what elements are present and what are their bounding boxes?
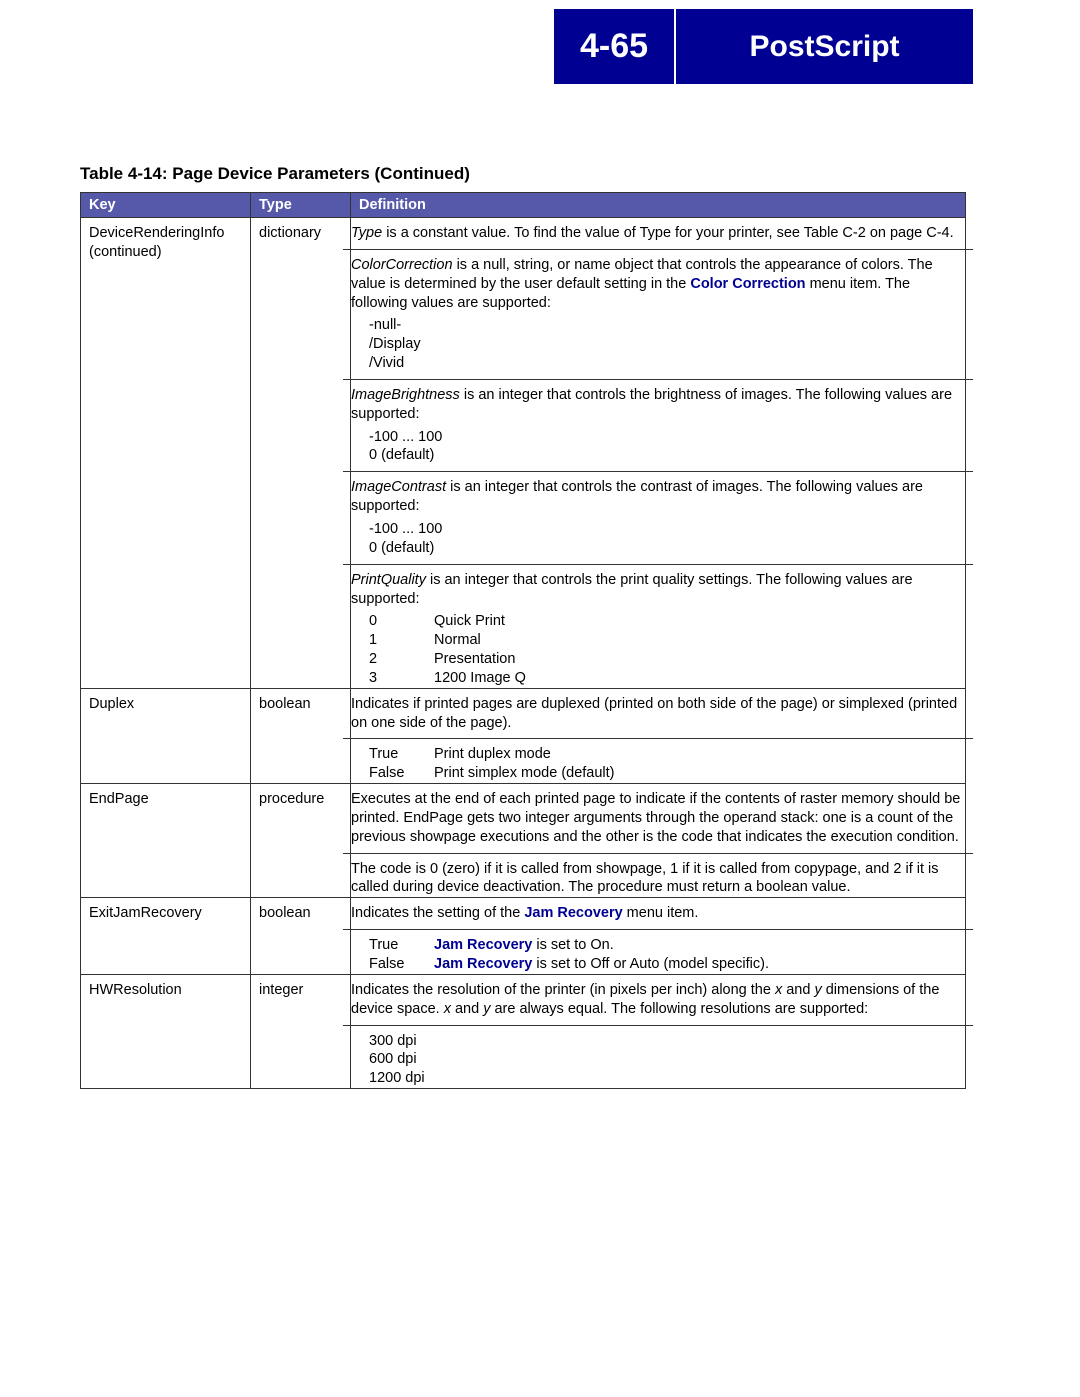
value-item: -null- (369, 316, 965, 335)
link-text[interactable]: Jam Recovery (524, 905, 622, 921)
value-list: -null- /Display /Vivid (369, 316, 965, 373)
def-text: and (782, 982, 814, 998)
italic-term: ColorCorrection (351, 257, 453, 273)
def-text: is an integer that controls the print qu… (351, 572, 913, 607)
col-header-key: Key (81, 193, 251, 218)
page-number: 4-65 (554, 9, 674, 84)
def-para: Type is a constant value. To find the va… (343, 218, 973, 250)
table-row: ExitJamRecovery boolean Indicates the se… (81, 898, 966, 975)
value-desc: Presentation (434, 650, 965, 669)
table-row: EndPage procedure Executes at the end of… (81, 784, 966, 898)
value-item: 0 (default) (369, 539, 965, 558)
value-item: 600 dpi (369, 1050, 965, 1069)
link-text[interactable]: Jam Recovery (434, 956, 532, 972)
value-desc: Jam Recovery is set to On. (434, 936, 965, 955)
cell-type: procedure (251, 784, 351, 898)
link-text[interactable]: Jam Recovery (434, 937, 532, 953)
def-text: menu item. (623, 905, 699, 921)
def-para: ImageBrightness is an integer that contr… (343, 380, 973, 472)
def-text: Indicates the setting of the (351, 905, 524, 921)
italic-term: PrintQuality (351, 572, 426, 588)
value-list: -100 ... 100 0 (default) (369, 428, 965, 466)
def-para: ImageContrast is an integer that control… (343, 472, 973, 564)
cell-type: dictionary (251, 218, 351, 689)
def-para: TrueJam Recovery is set to On. FalseJam … (343, 930, 973, 974)
cell-def: Indicates the resolution of the printer … (351, 974, 966, 1088)
cell-key: DeviceRenderingInfo (continued) (81, 218, 251, 689)
table-row: DeviceRenderingInfo (continued) dictiona… (81, 218, 966, 689)
def-para: Indicates the setting of the Jam Recover… (343, 898, 973, 930)
def-text: are always equal. The following resoluti… (490, 1001, 868, 1017)
italic-term: Type (351, 225, 382, 241)
cell-def: Type is a constant value. To find the va… (351, 218, 966, 689)
cell-type: integer (251, 974, 351, 1088)
def-text: and (451, 1001, 483, 1017)
value-item: 300 dpi (369, 1032, 965, 1051)
params-table: Key Type Definition DeviceRenderingInfo … (80, 192, 966, 1089)
cell-type: boolean (251, 688, 351, 783)
table-caption: Table 4-14: Page Device Parameters (Cont… (80, 164, 1000, 184)
cell-key: Duplex (81, 688, 251, 783)
value-key: 1 (369, 631, 434, 650)
italic-term: ImageBrightness (351, 387, 460, 403)
value-key: True (369, 936, 434, 955)
table-row: HWResolution integer Indicates the resol… (81, 974, 966, 1088)
italic-term: x (444, 1001, 451, 1017)
value-key: 3 (369, 669, 434, 688)
cell-def: Executes at the end of each printed page… (351, 784, 966, 898)
cell-key: HWResolution (81, 974, 251, 1088)
link-text[interactable]: Color Correction (690, 276, 805, 292)
cell-def: Indicates if printed pages are duplexed … (351, 688, 966, 783)
value-item: /Display (369, 335, 965, 354)
def-para: Indicates if printed pages are duplexed … (343, 689, 973, 740)
value-item: 0 (default) (369, 446, 965, 465)
def-para: ColorCorrection is a null, string, or na… (343, 250, 973, 380)
value-desc: 1200 Image Q (434, 669, 965, 688)
def-para: 300 dpi 600 dpi 1200 dpi (343, 1026, 973, 1089)
value-item: -100 ... 100 (369, 428, 965, 447)
value-item: 1200 dpi (369, 1069, 965, 1088)
value-desc: Print simplex mode (default) (434, 764, 965, 783)
value-item: -100 ... 100 (369, 520, 965, 539)
page-content: Table 4-14: Page Device Parameters (Cont… (80, 164, 1000, 1089)
table-row: Duplex boolean Indicates if printed page… (81, 688, 966, 783)
def-para: TruePrint duplex mode FalsePrint simplex… (343, 739, 973, 783)
page-header: 4-65 PostScript (554, 9, 973, 84)
cell-key: ExitJamRecovery (81, 898, 251, 975)
italic-term: y (814, 982, 821, 998)
col-header-def: Definition (351, 193, 966, 218)
value-key: False (369, 764, 434, 783)
table-header-row: Key Type Definition (81, 193, 966, 218)
def-para: Indicates the resolution of the printer … (343, 975, 973, 1026)
def-para: The code is 0 (zero) if it is called fro… (343, 854, 973, 898)
value-desc: Quick Print (434, 612, 965, 631)
def-text: is set to On. (532, 937, 613, 953)
value-list: 0Quick Print 1Normal 2Presentation 31200… (369, 612, 965, 687)
cell-type: boolean (251, 898, 351, 975)
cell-key: EndPage (81, 784, 251, 898)
value-item: /Vivid (369, 354, 965, 373)
value-key: 2 (369, 650, 434, 669)
value-key: 0 (369, 612, 434, 631)
value-desc: Jam Recovery is set to Off or Auto (mode… (434, 955, 965, 974)
col-header-type: Type (251, 193, 351, 218)
def-text: Indicates the resolution of the printer … (351, 982, 775, 998)
value-key: True (369, 745, 434, 764)
def-para: PrintQuality is an integer that controls… (343, 565, 973, 688)
cell-def: Indicates the setting of the Jam Recover… (351, 898, 966, 975)
value-key: False (369, 955, 434, 974)
def-text: is set to Off or Auto (model specific). (532, 956, 769, 972)
value-desc: Print duplex mode (434, 745, 965, 764)
def-text: is a constant value. To find the value o… (382, 225, 953, 241)
value-list: -100 ... 100 0 (default) (369, 520, 965, 558)
def-para: Executes at the end of each printed page… (343, 784, 973, 854)
chapter-title: PostScript (676, 9, 973, 84)
italic-term: ImageContrast (351, 479, 446, 495)
value-desc: Normal (434, 631, 965, 650)
